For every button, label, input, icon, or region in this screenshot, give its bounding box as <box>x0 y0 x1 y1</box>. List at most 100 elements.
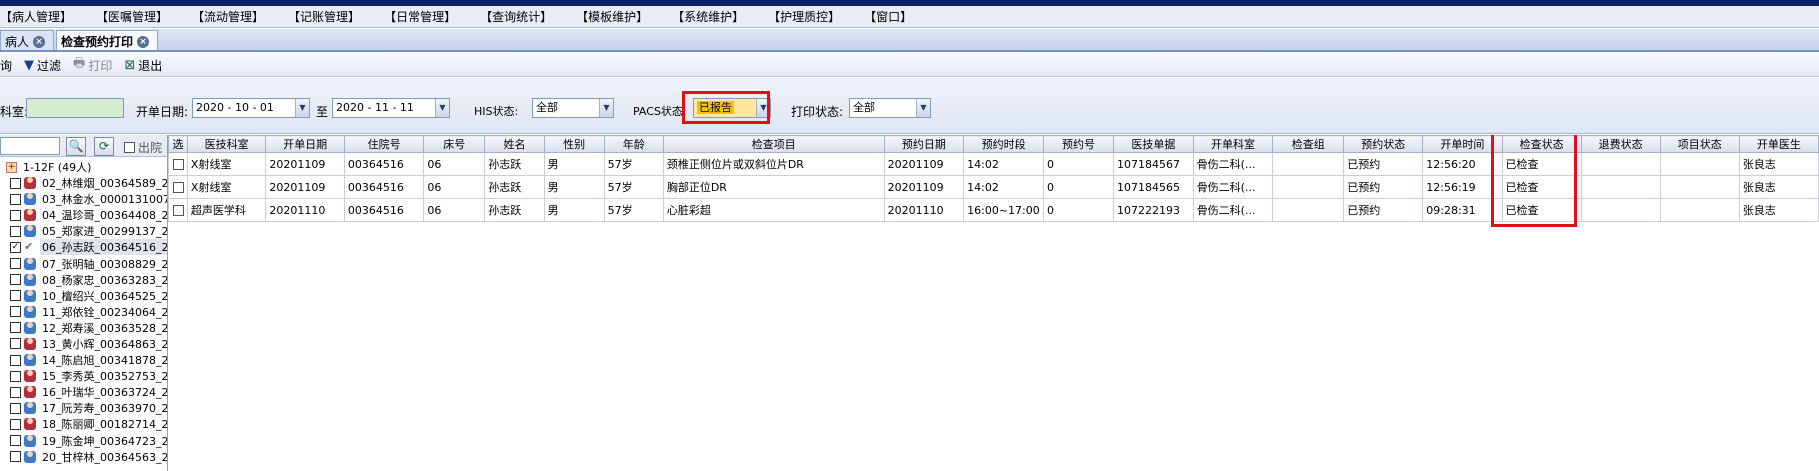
chevron-down-icon[interactable]: ▼ <box>435 99 449 117</box>
date-to-picker[interactable]: 2020 - 11 - 11 ▼ <box>332 98 450 118</box>
list-item[interactable]: 13_黄小辉_00364863_2 <box>0 336 167 352</box>
patient-name: 08_杨家忠_00363283_2 <box>42 273 168 287</box>
print-status-select[interactable]: 全部 ▼ <box>849 98 931 118</box>
chevron-down-icon[interactable]: ▼ <box>295 99 309 117</box>
patient-checkbox[interactable] <box>10 402 21 414</box>
menu-item[interactable]: 【医嘱管理】 <box>96 8 178 25</box>
filter-button[interactable]: ▼ 过滤 <box>24 57 61 74</box>
patient-checkbox[interactable] <box>10 451 21 463</box>
column-header[interactable]: 住院号 <box>343 135 425 153</box>
tab-exam-appointment-print[interactable]: 检查预约打印 × <box>56 30 159 50</box>
list-item[interactable]: 16_叶瑞华_00363724_2 <box>0 384 167 400</box>
menu-item[interactable]: 【模板维护】 <box>576 8 658 25</box>
column-header[interactable]: 项目状态 <box>1659 135 1740 153</box>
menu-item[interactable]: 【护理质控】 <box>768 8 850 25</box>
list-item[interactable]: 05_郑家进_00299137_2 <box>0 223 167 239</box>
menu-item[interactable]: 【日常管理】 <box>384 8 466 25</box>
column-header[interactable]: 性别 <box>543 135 605 153</box>
list-item[interactable]: 17_阮芳寿_00363970_2 <box>0 400 167 416</box>
column-header[interactable]: 预约状态 <box>1343 135 1424 153</box>
list-item[interactable]: 15_李秀英_00352753_2 <box>0 368 167 384</box>
column-header[interactable]: 预约号 <box>1043 135 1115 153</box>
patient-checkbox[interactable] <box>10 225 21 237</box>
print-button[interactable]: 🖶 打印 <box>73 54 112 76</box>
row-select-cell[interactable] <box>168 152 188 176</box>
list-item[interactable]: 03_林金水_0000131007 <box>0 191 168 207</box>
close-icon[interactable]: × <box>33 35 46 48</box>
patient-checkbox[interactable] <box>10 274 21 286</box>
patient-name: 03_林金水_0000131007 <box>42 193 168 207</box>
tree-group[interactable]: + 1-12F (49人) <box>0 159 167 175</box>
list-item[interactable]: 19_陈金坤_00364723_2 <box>0 433 167 449</box>
patient-checkbox[interactable] <box>10 418 21 430</box>
patient-checkbox[interactable] <box>10 322 21 334</box>
list-item[interactable]: 11_郑依铨_00234064_2 <box>0 304 167 320</box>
list-item[interactable]: 07_张明轴_00308829_2 <box>0 255 167 271</box>
list-item[interactable]: 20_甘梓林_00364563_2 <box>0 449 167 465</box>
patient-checkbox[interactable] <box>10 354 21 366</box>
discharged-checkbox[interactable] <box>124 142 135 153</box>
discharged-toggle[interactable]: 出院 <box>124 139 162 156</box>
patient-checkbox[interactable] <box>10 435 21 447</box>
row-checkbox[interactable] <box>173 182 184 193</box>
list-item[interactable]: 14_陈启旭_00341878_2 <box>0 352 167 368</box>
menu-item[interactable]: 【查询统计】 <box>480 8 562 25</box>
refresh-icon[interactable]: ⟳ <box>94 137 114 156</box>
patient-checkbox[interactable] <box>10 193 21 205</box>
patient-checkbox[interactable] <box>10 370 21 382</box>
row-checkbox[interactable] <box>173 159 184 170</box>
menu-bar: 【病人管理】 【医嘱管理】 【流动管理】 【记账管理】 【日常管理】 【查询统计】 【模板维… <box>0 6 1819 28</box>
patient-checkbox[interactable] <box>10 306 21 318</box>
menu-item[interactable]: 【病人管理】 <box>0 8 82 25</box>
patient-checkbox[interactable] <box>10 338 21 350</box>
query-button[interactable]: 询 <box>0 57 12 74</box>
menu-item[interactable]: 【系统维护】 <box>672 8 754 25</box>
column-header[interactable]: 医技单据 <box>1113 135 1194 153</box>
column-header[interactable]: 检查组 <box>1272 135 1345 153</box>
patient-checkbox[interactable] <box>10 290 21 302</box>
column-header[interactable]: 开单日期 <box>265 135 345 153</box>
column-header[interactable]: 姓名 <box>484 135 545 153</box>
person-icon <box>24 386 36 399</box>
exit-button[interactable]: ⊠ 退出 <box>124 57 162 74</box>
column-header[interactable]: 预约日期 <box>883 135 965 153</box>
row-select-cell[interactable] <box>168 175 188 199</box>
patient-checkbox[interactable] <box>10 177 21 189</box>
column-header[interactable]: 开单科室 <box>1192 135 1274 153</box>
row-select-cell[interactable] <box>168 198 188 222</box>
column-header[interactable]: 床号 <box>423 135 486 153</box>
list-item[interactable]: 02_林维烟_00364589_2 <box>0 175 167 191</box>
close-icon[interactable]: × <box>137 35 150 48</box>
his-status-select[interactable]: 全部 ▼ <box>532 98 614 118</box>
chevron-down-icon[interactable]: ▼ <box>916 99 930 117</box>
column-header[interactable]: 开单医生 <box>1738 135 1819 153</box>
list-item[interactable]: 08_杨家忠_00363283_2 <box>0 272 168 288</box>
patient-checkbox[interactable] <box>10 386 21 398</box>
menu-item[interactable]: 【流动管理】 <box>192 8 274 25</box>
list-item[interactable]: ✓ ✔ 06_孙志跃_00364516_2 <box>0 239 167 256</box>
column-header[interactable]: 预约时段 <box>963 135 1045 153</box>
dept-input[interactable] <box>26 98 124 118</box>
menu-item[interactable]: 【窗口】 <box>864 8 922 25</box>
column-header[interactable]: 退费状态 <box>1580 135 1661 153</box>
patient-checkbox[interactable]: ✓ <box>10 241 21 253</box>
patient-checkbox[interactable] <box>10 258 21 270</box>
column-header[interactable]: 年龄 <box>603 135 664 153</box>
list-item[interactable]: 12_郑寿溪_00363528_2 <box>0 320 167 336</box>
list-item[interactable]: 18_陈丽卿_00182714_2 <box>0 416 167 432</box>
table-cell <box>1580 198 1661 222</box>
list-item[interactable]: 04_温珍哥_00364408_2 <box>0 207 167 223</box>
patient-search-input[interactable] <box>0 137 60 155</box>
patient-checkbox[interactable] <box>10 209 21 221</box>
menu-item[interactable]: 【记账管理】 <box>288 8 370 25</box>
chevron-down-icon[interactable]: ▼ <box>599 99 613 117</box>
tab-patient[interactable]: 病人 × <box>0 30 55 50</box>
column-header[interactable]: 医技科室 <box>186 135 267 153</box>
column-header[interactable]: 检查项目 <box>662 135 885 153</box>
expand-icon[interactable]: + <box>6 161 17 173</box>
column-header[interactable]: 选 <box>168 135 188 153</box>
date-from-picker[interactable]: 2020 - 10 - 01 ▼ <box>192 98 310 118</box>
row-checkbox[interactable] <box>173 205 184 216</box>
search-icon[interactable]: 🔍 <box>66 137 86 156</box>
list-item[interactable]: 10_檀绍兴_00364525_2 <box>0 288 167 304</box>
